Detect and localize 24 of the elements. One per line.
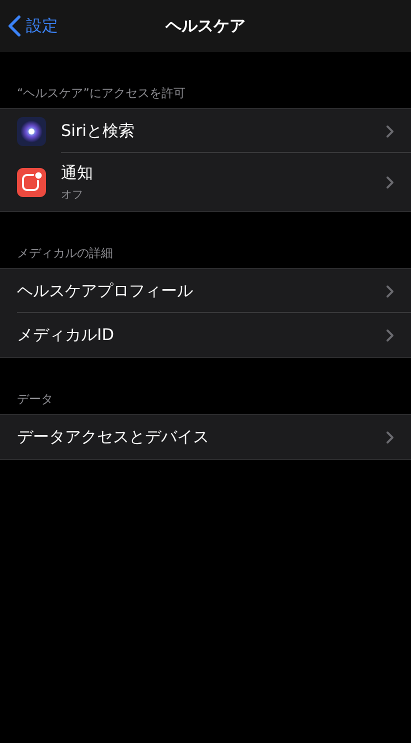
back-button[interactable]: 設定	[8, 15, 58, 37]
settings-row[interactable]: 通知 オフ	[0, 153, 411, 211]
back-chevron-icon	[8, 15, 21, 37]
chevron-icon	[386, 176, 394, 188]
row-label: メディカルID	[17, 324, 116, 346]
row-label: 通知	[61, 162, 94, 184]
settings-row[interactable]: データアクセスとデバイス	[0, 415, 411, 459]
row-label: ヘルスケアプロフィール	[17, 280, 194, 302]
section-header: “ヘルスケア”にアクセスを許可	[16, 85, 186, 102]
chevron-icon	[386, 284, 394, 298]
chevron-icon	[386, 328, 394, 342]
section-header: データ	[16, 391, 54, 408]
chevron-icon	[386, 430, 394, 444]
row-subtitle: オフ	[61, 186, 84, 202]
row-label: データアクセスとデバイス	[17, 426, 210, 448]
notification-icon	[17, 168, 46, 196]
screen-title: ヘルスケア	[166, 16, 246, 36]
chevron-icon	[386, 124, 394, 138]
row-label: Siriと検索	[61, 120, 136, 142]
settings-row[interactable]: Siriと検索	[0, 109, 411, 153]
siri-icon	[17, 116, 46, 146]
settings-row[interactable]: ヘルスケアプロフィール	[0, 269, 411, 313]
settings-row[interactable]: メディカルID	[0, 313, 411, 357]
section-header: メディカルの詳細	[16, 245, 114, 262]
